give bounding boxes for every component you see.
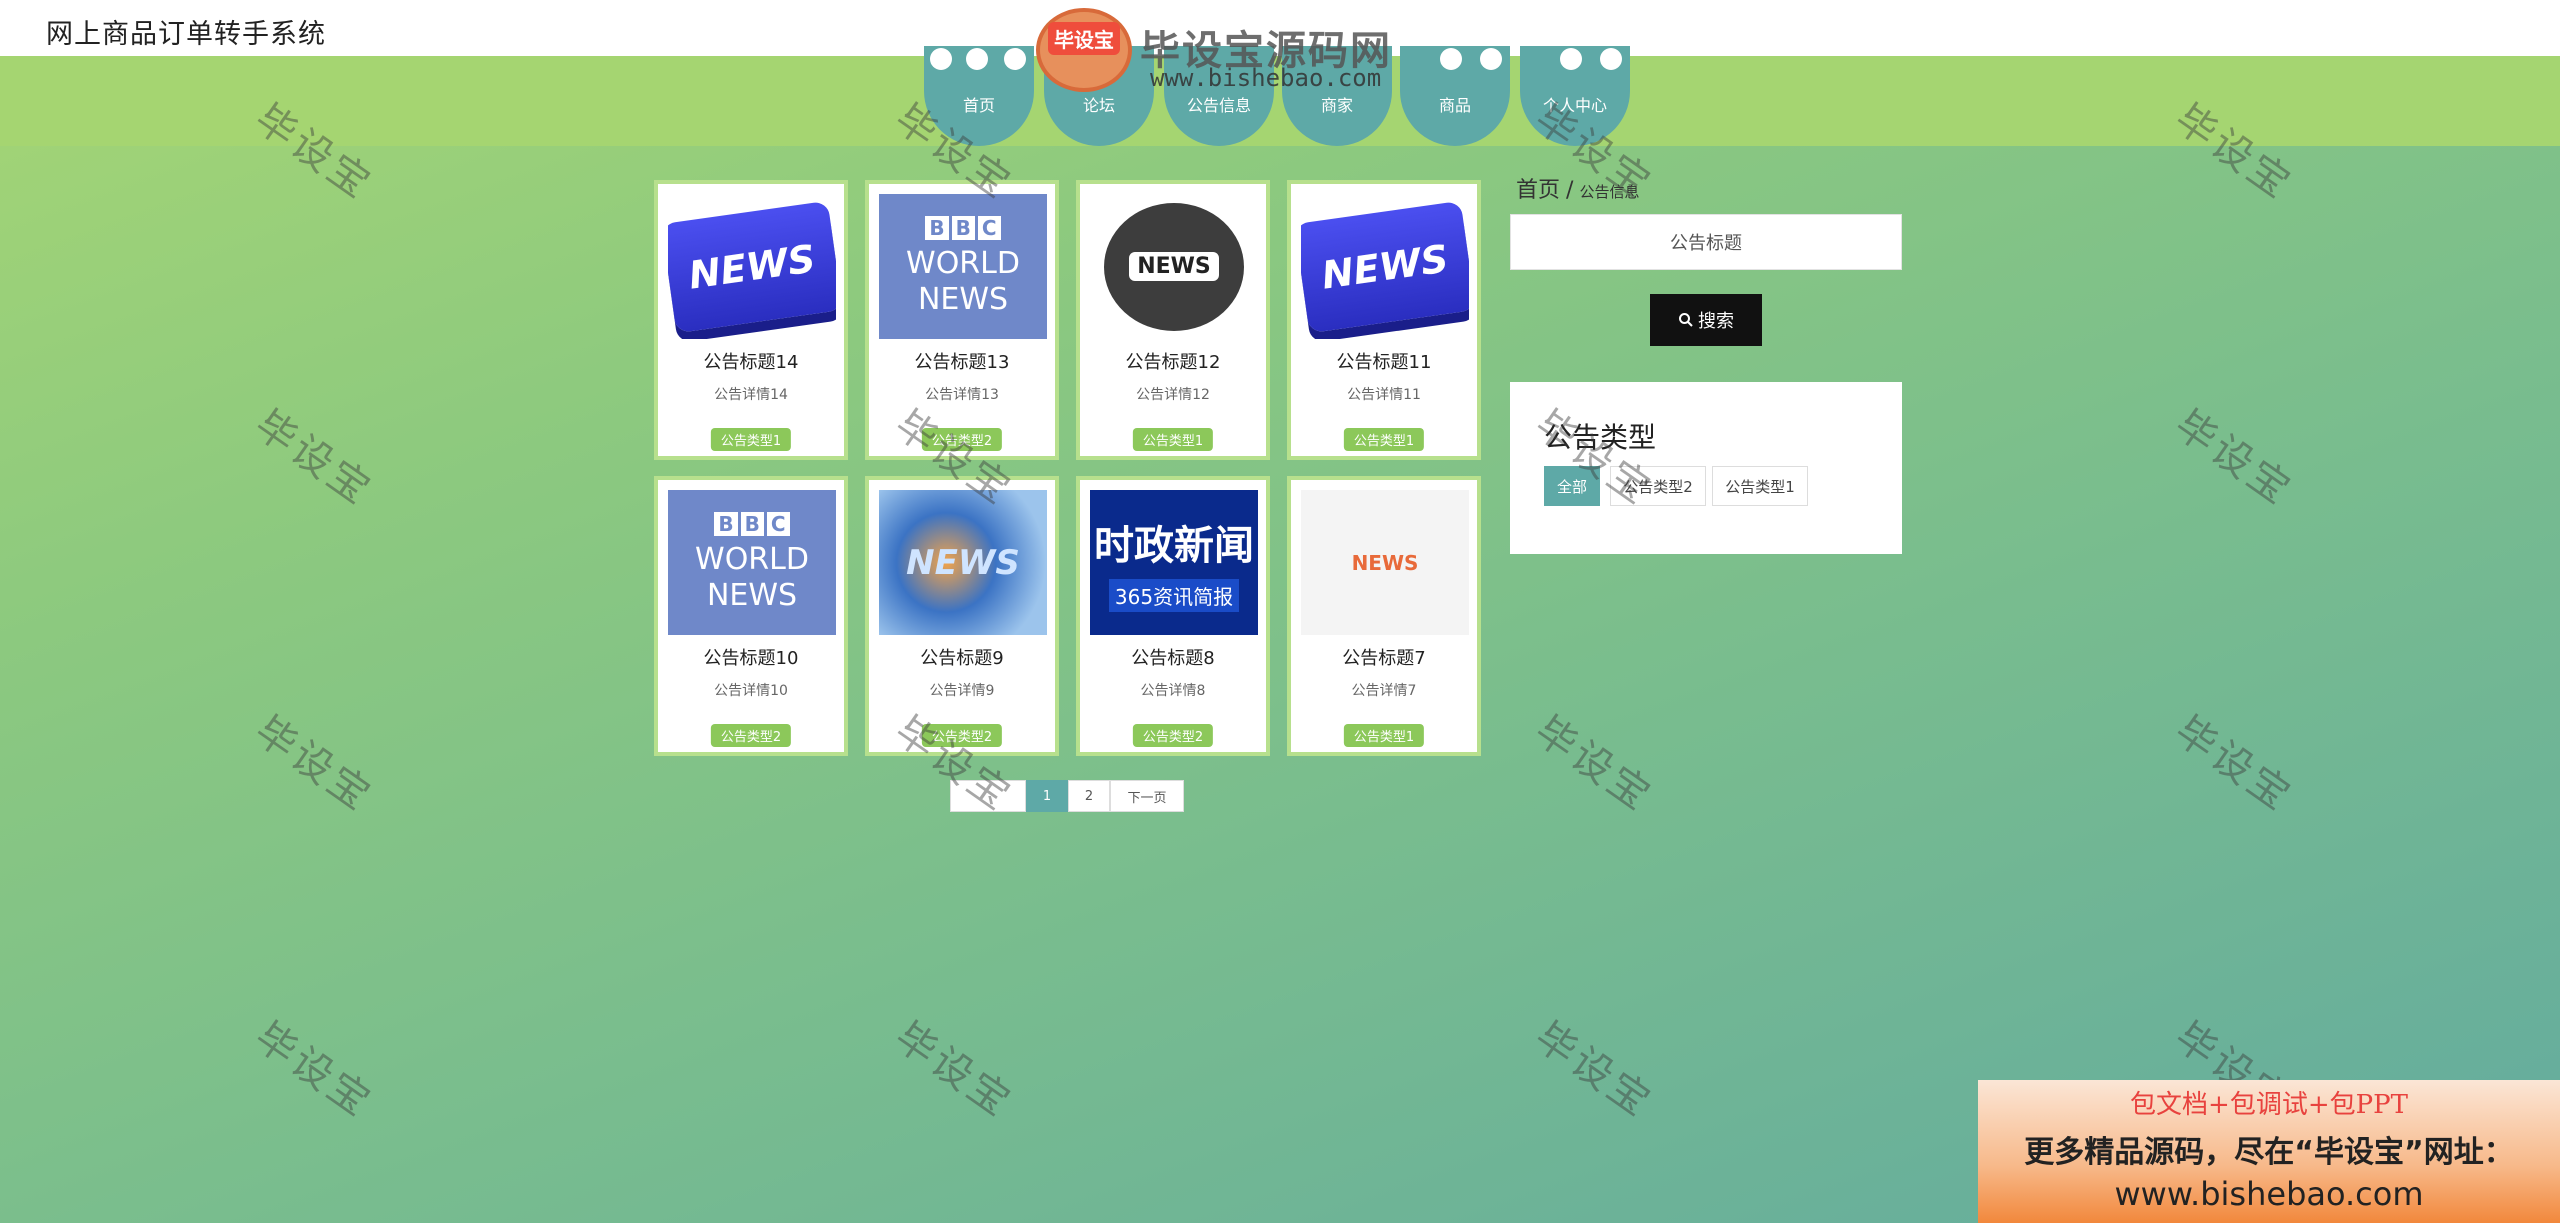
- card-type-badge: 公告类型1: [1343, 428, 1425, 451]
- bbc-letter: C: [977, 215, 1001, 240]
- announcement-card[interactable]: NEWS 公告标题11 公告详情11 公告类型1: [1287, 180, 1481, 460]
- news-key-label: NEWS: [1301, 200, 1469, 333]
- bbc-letter: C: [766, 511, 790, 536]
- paper-news-label: NEWS: [1351, 550, 1419, 575]
- breadcrumb-separator: /: [1566, 178, 1574, 203]
- nav-dot: [1480, 48, 1502, 70]
- bbc-letter: B: [925, 215, 949, 240]
- bbc-letter: B: [951, 215, 975, 240]
- shizheng-news-image: 时政新闻 365资讯简报: [1090, 490, 1258, 635]
- category-title: 公告类型: [1544, 421, 1657, 454]
- promo-line-2: 更多精品源码，尽在“毕设宝”网址：: [2024, 1135, 2514, 1170]
- logo-url: www.bishebao.com: [1150, 64, 1382, 92]
- breadcrumb-current: 公告信息: [1579, 183, 1640, 201]
- shizheng-subtitle: 365资讯简报: [1108, 579, 1240, 612]
- card-detail: 公告详情14: [714, 387, 788, 403]
- card-title: 公告标题7: [1342, 648, 1426, 669]
- search-input[interactable]: 公告标题: [1510, 214, 1902, 270]
- announcement-card[interactable]: NEWS 公告标题7 公告详情7 公告类型1: [1287, 476, 1481, 756]
- promo-line-1: 包文档+包调试+包PPT: [2130, 1090, 2408, 1120]
- card-detail: 公告详情10: [714, 683, 788, 699]
- card-title: 公告标题10: [703, 648, 799, 669]
- nav-dot: [1600, 48, 1622, 70]
- category-all[interactable]: 全部: [1544, 466, 1600, 506]
- nav-dot: [966, 48, 988, 70]
- card-detail: 公告详情11: [1347, 387, 1421, 403]
- card-title: 公告标题13: [914, 352, 1010, 373]
- page-2[interactable]: 2: [1068, 780, 1110, 812]
- card-type-badge: 公告类型1: [1343, 724, 1425, 747]
- logo-badge-icon: 毕设宝: [1036, 8, 1132, 92]
- card-title: 公告标题9: [920, 648, 1004, 669]
- card-type-badge: 公告类型2: [1132, 724, 1214, 747]
- watermark-text: 毕设宝: [886, 1013, 1021, 1127]
- announcement-card[interactable]: BBC WORLD NEWS 公告标题13 公告详情13 公告类型2: [865, 180, 1059, 460]
- card-detail: 公告详情12: [1136, 387, 1210, 403]
- news-key-label: NEWS: [668, 200, 836, 333]
- watermark-text: 毕设宝: [2166, 707, 2301, 821]
- card-title: 公告标题11: [1336, 352, 1432, 373]
- news-swirl-image: NEWS: [879, 490, 1047, 635]
- card-detail: 公告详情7: [1351, 683, 1417, 699]
- news-key-image: NEWS: [668, 194, 836, 339]
- news-key-image: NEWS: [1301, 194, 1469, 339]
- card-detail: 公告详情13: [925, 387, 999, 403]
- watermark-text: 毕设宝: [1526, 1013, 1661, 1127]
- card-type-badge: 公告类型2: [921, 724, 1003, 747]
- watermark-text: 毕设宝: [246, 1013, 381, 1127]
- bbc-letter: B: [714, 511, 738, 536]
- watermark-text: 毕设宝: [246, 401, 381, 515]
- logo-badge-text: 毕设宝: [1048, 22, 1120, 55]
- announcement-card[interactable]: NEWS 公告标题14 公告详情14 公告类型1: [654, 180, 848, 460]
- card-type-badge: 公告类型1: [1132, 428, 1214, 451]
- category-panel: 公告类型 全部 公告类型2 公告类型1: [1510, 382, 1902, 554]
- category-type1[interactable]: 公告类型1: [1712, 466, 1808, 506]
- promo-url: www.bishebao.com: [2114, 1175, 2424, 1213]
- bbc-news-text: NEWS: [917, 281, 1009, 317]
- bbc-news-text: NEWS: [706, 577, 798, 613]
- promo-banner: 包文档+包调试+包PPT 更多精品源码，尽在“毕设宝”网址： www.bishe…: [1978, 1080, 2560, 1223]
- card-detail: 公告详情8: [1140, 683, 1206, 699]
- card-title: 公告标题14: [703, 352, 799, 373]
- announcement-card[interactable]: 时政新闻 365资讯简报 公告标题8 公告详情8 公告类型2: [1076, 476, 1270, 756]
- bbc-world-text: WORLD: [695, 541, 809, 577]
- card-type-badge: 公告类型2: [710, 724, 792, 747]
- search-button-label: 搜索: [1698, 311, 1734, 332]
- bbc-world-text: WORLD: [906, 245, 1020, 281]
- bbc-letter: B: [740, 511, 764, 536]
- next-page-button[interactable]: 下一页: [1110, 780, 1184, 812]
- shizheng-title: 时政新闻: [1094, 523, 1254, 569]
- announcement-card[interactable]: NEWS 公告标题12 公告详情12 公告类型1: [1076, 180, 1270, 460]
- news-paper-image: NEWS: [1301, 490, 1469, 635]
- category-type2[interactable]: 公告类型2: [1610, 466, 1706, 506]
- watermark-text: 毕设宝: [1526, 707, 1661, 821]
- globe-news-label: NEWS: [1129, 252, 1219, 281]
- card-detail: 公告详情9: [929, 683, 995, 699]
- swirl-news-label: NEWS: [906, 542, 1020, 583]
- watermark-text: 毕设宝: [2166, 401, 2301, 515]
- nav-dot: [930, 48, 952, 70]
- card-title: 公告标题12: [1125, 352, 1221, 373]
- card-type-badge: 公告类型2: [921, 428, 1003, 451]
- card-title: 公告标题8: [1131, 648, 1215, 669]
- news-globe-image: NEWS: [1090, 194, 1258, 339]
- search-icon: [1679, 313, 1693, 327]
- bbc-world-news-image: BBC WORLD NEWS: [879, 194, 1047, 339]
- breadcrumb-home[interactable]: 首页: [1516, 178, 1560, 203]
- search-button[interactable]: 搜索: [1650, 294, 1762, 346]
- site-title: 网上商品订单转手系统: [46, 19, 326, 50]
- nav-dot: [1004, 48, 1026, 70]
- announcement-card[interactable]: BBC WORLD NEWS 公告标题10 公告详情10 公告类型2: [654, 476, 848, 756]
- page-1[interactable]: 1: [1026, 780, 1068, 812]
- bbc-world-news-image: BBC WORLD NEWS: [668, 490, 836, 635]
- pagination-prev: [950, 780, 1026, 812]
- watermark-text: 毕设宝: [246, 707, 381, 821]
- nav-dot: [1560, 48, 1582, 70]
- card-type-badge: 公告类型1: [710, 428, 792, 451]
- breadcrumb: 首页 / 公告信息: [1516, 172, 1639, 204]
- nav-dot: [1440, 48, 1462, 70]
- announcement-card[interactable]: NEWS 公告标题9 公告详情9 公告类型2: [865, 476, 1059, 756]
- pagination: 1 2 下一页: [950, 780, 1184, 812]
